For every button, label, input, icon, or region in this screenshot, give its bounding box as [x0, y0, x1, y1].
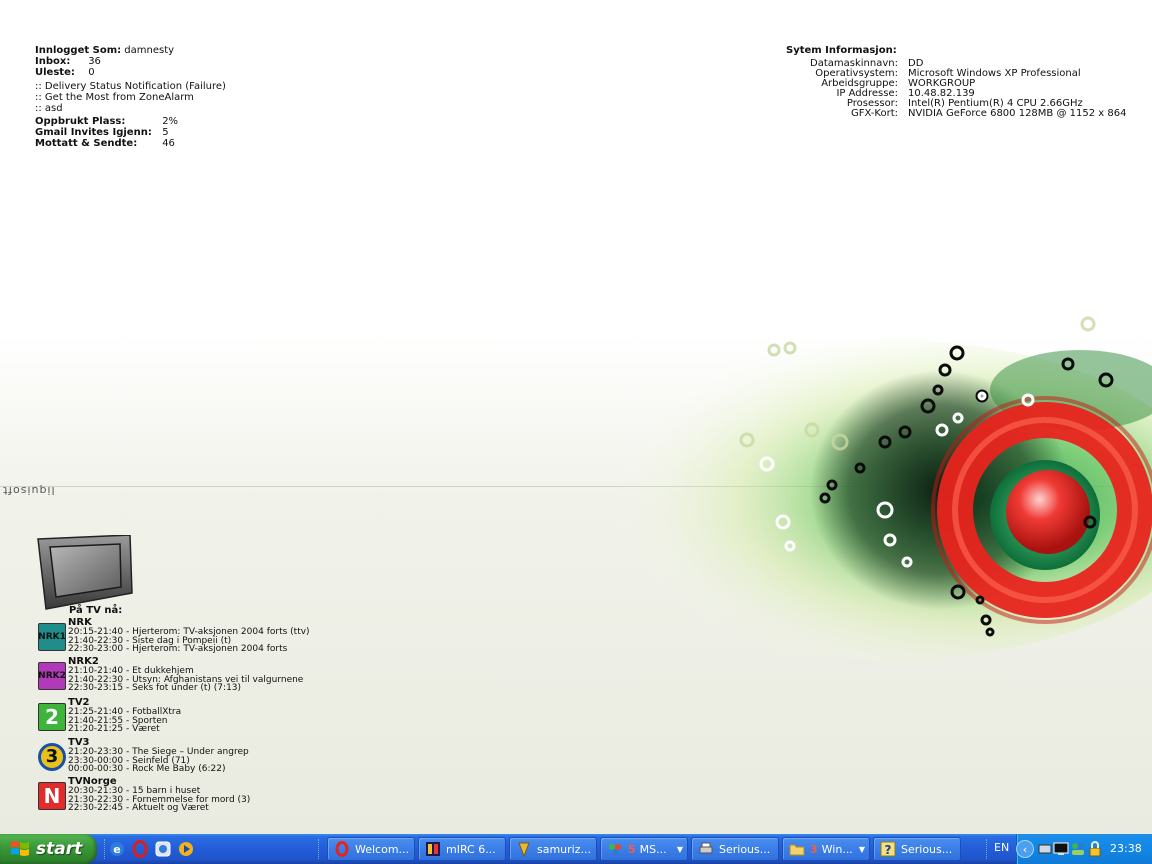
- tv3-logo-icon: 3: [38, 743, 66, 771]
- used-space-label: Oppbrukt Plass:: [35, 116, 126, 127]
- show-hidden-icons-chevron-icon[interactable]: ‹: [1016, 840, 1034, 858]
- inbox-count: 36: [88, 56, 101, 67]
- taskbar-group-count: 5: [628, 842, 636, 856]
- wallpaper-abstract-art: [570, 316, 1152, 660]
- taskbar-button-label: Win...: [821, 842, 853, 856]
- media-player-icon[interactable]: [177, 840, 195, 858]
- tv-widget-title: På TV nå:: [69, 605, 123, 616]
- sysinfo-label: GFX-Kort:: [850, 108, 898, 119]
- system-info-title: Sytem Informasjon:: [786, 45, 897, 56]
- tv2-logo-icon: 2: [38, 703, 66, 731]
- inbox-label: Inbox:: [35, 56, 71, 67]
- quick-launch-bar: e: [108, 840, 195, 858]
- svg-text:?: ?: [885, 843, 892, 857]
- program-listing: 00:00-00:30 - Rock Me Baby (6:22): [68, 764, 226, 774]
- logged-in-row: Innlogget Som: damnesty: [35, 45, 226, 56]
- mail-item[interactable]: :: Get the Most from ZoneAlarm: [35, 92, 226, 103]
- gmail-widget: Innlogget Som: damnesty Inbox: 36 Uleste…: [35, 45, 226, 149]
- language-indicator[interactable]: EN: [994, 841, 1009, 854]
- opera-icon: [335, 841, 349, 857]
- unread-label: Uleste:: [35, 67, 75, 78]
- nrk1-logo-icon: NRK1: [38, 623, 66, 651]
- logged-in-label: Innlogget Som:: [35, 45, 122, 56]
- help-icon: ?: [880, 841, 896, 857]
- inbox-row: Inbox: 36: [35, 56, 226, 67]
- program-listing: 22:30-23:15 - Seks fot under (t) (7:13): [68, 683, 242, 693]
- system-info-widget: Sytem Informasjon: Datamaskinnavn: DD Op…: [786, 45, 1146, 119]
- start-button[interactable]: start: [0, 834, 97, 864]
- received-sent-row: Mottatt & Sendte: 46: [35, 138, 226, 149]
- taskbar-button-label: MS...: [639, 842, 667, 856]
- taskbar-separator: [986, 839, 989, 859]
- taskbar-separator: [104, 839, 107, 859]
- television-icon: [37, 535, 133, 610]
- invites-row: Gmail Invites Igjenn: 5: [35, 127, 226, 138]
- start-label: start: [36, 839, 83, 859]
- network-icon[interactable]: [1037, 841, 1053, 857]
- taskbar-button[interactable]: Welcom...: [327, 837, 415, 861]
- ie-icon[interactable]: e: [108, 840, 126, 858]
- sysinfo-row: GFX-Kort: NVIDIA GeForce 6800 128MB @ 11…: [786, 109, 1146, 119]
- security-lock-icon[interactable]: [1087, 841, 1103, 857]
- group-dropdown-arrow-icon: ▼: [676, 844, 683, 854]
- program-listing: 22:30-23:00 - Hjerterom: TV-aksjonen 200…: [68, 644, 288, 654]
- tvnorge-logo-icon: N: [38, 782, 66, 810]
- taskbar-button[interactable]: 3 Win... ▼: [782, 837, 870, 861]
- group-dropdown-arrow-icon: ▼: [858, 844, 865, 854]
- monitor-icon[interactable]: [1053, 841, 1069, 857]
- users-icon[interactable]: [1070, 841, 1086, 857]
- folder-icon: [789, 844, 805, 856]
- taskbar-group-count: 3: [810, 842, 818, 856]
- taskbar-button-label: samuriz...: [537, 842, 592, 856]
- taskbar-button-label: Serious...: [901, 842, 953, 856]
- taskbar-button-label: Welcom...: [355, 842, 410, 856]
- taskbar-button[interactable]: 5 MS... ▼: [600, 837, 688, 861]
- used-space-value: 2%: [162, 116, 179, 127]
- messenger-icon[interactable]: [154, 840, 172, 858]
- mail-item[interactable]: :: asd: [35, 103, 226, 114]
- logged-in-value: damnesty: [124, 45, 175, 56]
- printer-icon: [699, 842, 713, 854]
- received-sent-value: 46: [162, 138, 175, 149]
- program-listing: 21:20-21:25 - Været: [68, 724, 160, 734]
- received-sent-label: Mottatt & Sendte:: [35, 138, 138, 149]
- invites-label: Gmail Invites Igjenn:: [35, 127, 152, 138]
- taskbar-button-label: Serious...: [719, 842, 771, 856]
- taskbar-button[interactable]: samuriz...: [509, 837, 597, 861]
- used-space-row: Oppbrukt Plass: 2%: [35, 116, 226, 127]
- wallpaper-signature: liquisoft: [2, 484, 55, 497]
- program-listing: 22:30-22:45 - Aktuelt og Været: [68, 803, 209, 813]
- taskbar-clock[interactable]: 23:38: [1110, 842, 1142, 855]
- taskbar-button[interactable]: ? Serious...: [873, 837, 961, 861]
- taskbar-button-label: mIRC 6...: [446, 842, 496, 856]
- winamp-icon: [518, 842, 530, 857]
- taskbar-button[interactable]: mIRC 6...: [418, 837, 506, 861]
- windows-flag-icon: [11, 841, 29, 856]
- invites-value: 5: [162, 127, 169, 138]
- unread-row: Uleste: 0: [35, 67, 226, 78]
- opera-icon[interactable]: [131, 840, 149, 858]
- unread-count: 0: [88, 67, 95, 78]
- taskbar-buttons: Welcom... mIRC 6... samuriz... 5 MS... ▼…: [327, 837, 961, 861]
- mirc-icon: [426, 842, 440, 856]
- taskbar: start e Welcom... mIRC 6... samuriz... 5…: [0, 834, 1152, 864]
- taskbar-separator: [318, 839, 321, 859]
- mail-item[interactable]: :: Delivery Status Notification (Failure…: [35, 81, 226, 92]
- msn-icon: [609, 844, 621, 855]
- svg-text:e: e: [113, 843, 120, 856]
- sysinfo-value: NVIDIA GeForce 6800 128MB @ 1152 x 864: [908, 108, 1127, 119]
- taskbar-button[interactable]: Serious...: [691, 837, 779, 861]
- nrk2-logo-icon: NRK2: [38, 662, 66, 690]
